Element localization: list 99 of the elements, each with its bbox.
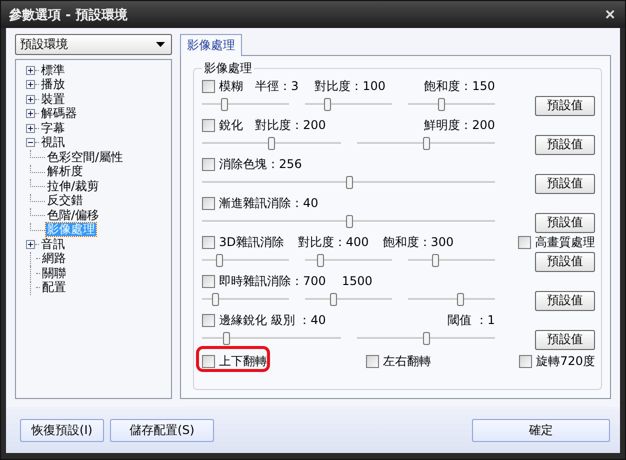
checkbox-label[interactable]: 消除色塊：256 <box>219 156 302 172</box>
expand-icon[interactable] <box>26 124 35 133</box>
checkbox-label[interactable]: 高畫質處理 <box>535 234 595 250</box>
checkbox[interactable] <box>202 236 215 248</box>
group-title: 影像處理 <box>203 60 253 77</box>
tree-item[interactable]: 視訊 <box>40 136 66 150</box>
checkbox[interactable] <box>519 354 532 368</box>
slider[interactable] <box>356 134 495 152</box>
tab[interactable]: 影像處理 <box>180 34 242 56</box>
value-label: 飽和度：300 <box>382 234 454 250</box>
default-button[interactable]: 預設值 <box>535 212 595 232</box>
checkbox[interactable] <box>202 274 215 288</box>
checkbox-label[interactable]: 上下翻轉 <box>219 352 267 370</box>
ok-button[interactable]: 確定 <box>472 418 610 442</box>
checkbox-label[interactable]: 左右翻轉 <box>383 352 431 370</box>
slider[interactable] <box>356 329 495 347</box>
checkbox[interactable] <box>202 314 215 326</box>
slider-thumb[interactable] <box>346 176 352 189</box>
value-label: 半徑：3 <box>255 78 299 94</box>
default-button[interactable]: 預設值 <box>535 290 595 310</box>
default-button[interactable]: 預設值 <box>535 330 595 350</box>
slider-thumb[interactable] <box>212 293 220 306</box>
slider-thumb[interactable] <box>324 98 331 111</box>
tree-item[interactable]: 解碼器 <box>40 107 78 120</box>
expand-icon[interactable] <box>26 240 35 249</box>
value-label: 鮮明度：200 <box>424 116 495 134</box>
checkbox-label[interactable]: 邊緣銳化 級別 ：40 <box>219 312 326 328</box>
slider[interactable] <box>408 95 495 113</box>
value-label: 飽和度：150 <box>424 78 495 94</box>
default-button[interactable]: 預設值 <box>535 134 595 154</box>
slider-thumb[interactable] <box>422 137 430 150</box>
slider-thumb[interactable] <box>432 254 439 267</box>
default-button[interactable]: 預設值 <box>535 174 595 194</box>
value-label: 1500 <box>342 274 372 288</box>
value-label: 閾值 ：1 <box>448 312 495 328</box>
checkbox-label[interactable]: 漸進雜訊消除：40 <box>219 194 318 212</box>
value-label: 對比度：200 <box>255 116 326 134</box>
slider-thumb[interactable] <box>222 332 230 345</box>
slider[interactable] <box>408 251 495 269</box>
tree-item[interactable]: 字幕 <box>40 122 66 135</box>
checkbox[interactable] <box>202 80 215 92</box>
checkbox[interactable] <box>366 354 379 368</box>
tree-item[interactable]: 播放 <box>40 78 66 92</box>
tree-item[interactable]: 配置 <box>41 281 67 294</box>
slider[interactable] <box>408 290 495 308</box>
expand-icon[interactable] <box>26 109 35 118</box>
expand-icon[interactable] <box>26 80 35 90</box>
checkbox-label[interactable]: 模糊 <box>219 78 243 94</box>
slider-thumb[interactable] <box>330 293 337 306</box>
value-label: 對比度：400 <box>298 234 369 250</box>
slider[interactable] <box>202 212 495 230</box>
tree-item[interactable]: 裝置 <box>40 92 66 106</box>
profile-dropdown[interactable]: 預設環境 <box>15 34 172 55</box>
checkbox[interactable] <box>202 158 215 170</box>
slider-thumb[interactable] <box>346 215 352 228</box>
expand-icon[interactable] <box>26 94 35 104</box>
checkbox-label[interactable]: 銳化 <box>219 116 243 134</box>
slider[interactable] <box>202 251 289 269</box>
tree-item[interactable]: 關聯 <box>41 266 67 280</box>
slider-thumb[interactable] <box>268 137 276 150</box>
slider[interactable] <box>202 173 495 191</box>
tree-item[interactable]: 標準 <box>40 64 66 77</box>
checkbox[interactable] <box>202 354 215 368</box>
slider-thumb[interactable] <box>422 332 430 345</box>
slider[interactable] <box>202 329 340 347</box>
expand-icon[interactable] <box>26 66 35 75</box>
default-button[interactable]: 預設值 <box>535 252 595 272</box>
slider-thumb[interactable] <box>216 254 224 267</box>
slider[interactable] <box>305 95 392 113</box>
tree-item[interactable]: 網路 <box>41 252 67 266</box>
checkbox[interactable] <box>518 236 531 248</box>
tree-item[interactable]: 色彩空間/屬性 <box>46 150 124 164</box>
tree-item[interactable]: 色階/偏移 <box>46 208 100 222</box>
checkbox-label[interactable]: 3D雜訊消除 <box>219 234 284 250</box>
checkbox-label[interactable]: 即時雜訊消除：700 <box>219 272 326 290</box>
slider-thumb[interactable] <box>438 98 446 111</box>
window-title: 參數選項 - 預設環境 <box>9 6 128 24</box>
footer-button[interactable]: 恢復預設(I) <box>20 418 104 442</box>
value-label: 對比度：100 <box>314 78 386 94</box>
tree-item[interactable]: 反交錯 <box>46 194 84 208</box>
slider[interactable] <box>202 290 289 308</box>
slider-thumb[interactable] <box>457 293 464 306</box>
collapse-icon[interactable] <box>26 138 35 148</box>
slider[interactable] <box>202 134 340 152</box>
checkbox-label[interactable]: 旋轉720度 <box>536 352 595 370</box>
tree-item[interactable]: 音訊 <box>40 238 66 251</box>
tree-item[interactable]: 解析度 <box>46 165 84 178</box>
slider-thumb[interactable] <box>220 98 228 111</box>
footer-button[interactable]: 儲存配置(S) <box>110 418 214 442</box>
slider[interactable] <box>305 251 392 269</box>
default-button[interactable]: 預設值 <box>535 96 595 116</box>
checkbox[interactable] <box>202 118 215 132</box>
slider[interactable] <box>202 95 289 113</box>
slider-thumb[interactable] <box>316 254 324 267</box>
close-button[interactable]: × <box>603 6 617 23</box>
caret-icon <box>156 42 165 47</box>
slider[interactable] <box>305 290 392 308</box>
tree-item[interactable]: 拉伸/裁剪 <box>46 180 100 193</box>
checkbox[interactable] <box>202 196 215 210</box>
